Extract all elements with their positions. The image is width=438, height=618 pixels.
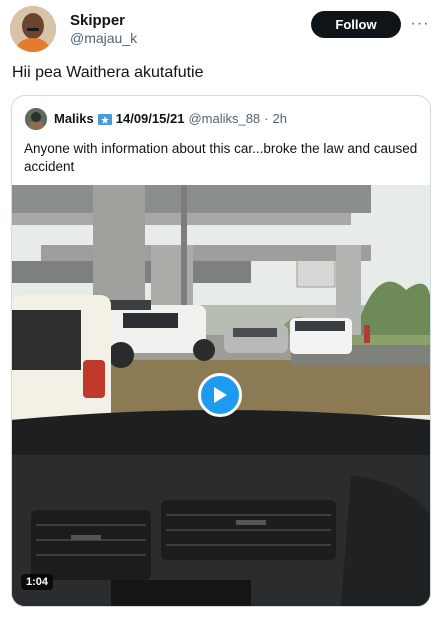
quoted-tweet[interactable]: Maliks 14/09/15/21 @maliks_88 · 2h Anyon… — [11, 95, 431, 607]
quoted-author-badge: 14/09/15/21 — [115, 111, 185, 126]
tweet-header: Skipper @majau_k Follow ··· — [0, 0, 438, 60]
more-icon[interactable]: ··· — [410, 14, 430, 34]
quoted-author-name[interactable]: Maliks — [54, 111, 94, 126]
flag-icon — [97, 113, 112, 125]
video-duration: 1:04 — [21, 574, 54, 590]
quoted-timestamp[interactable]: 2h — [273, 111, 287, 126]
play-icon[interactable] — [198, 373, 242, 417]
video-player[interactable]: 1:04 — [12, 185, 430, 606]
quoted-author-avatar[interactable] — [25, 108, 47, 130]
quoted-author-line: Maliks 14/09/15/21 @maliks_88 · 2h — [54, 111, 287, 126]
author-name[interactable]: Skipper — [70, 12, 125, 29]
tweet-text: Hii pea Waithera akutafutie — [12, 64, 204, 81]
separator-dot: · — [264, 111, 269, 126]
quoted-author-handle[interactable]: @maliks_88 — [188, 111, 260, 126]
quoted-tweet-text: Anyone with information about this car..… — [24, 141, 418, 174]
author-avatar[interactable] — [10, 6, 56, 52]
author-handle[interactable]: @majau_k — [70, 30, 137, 46]
follow-button[interactable]: Follow — [311, 11, 401, 38]
